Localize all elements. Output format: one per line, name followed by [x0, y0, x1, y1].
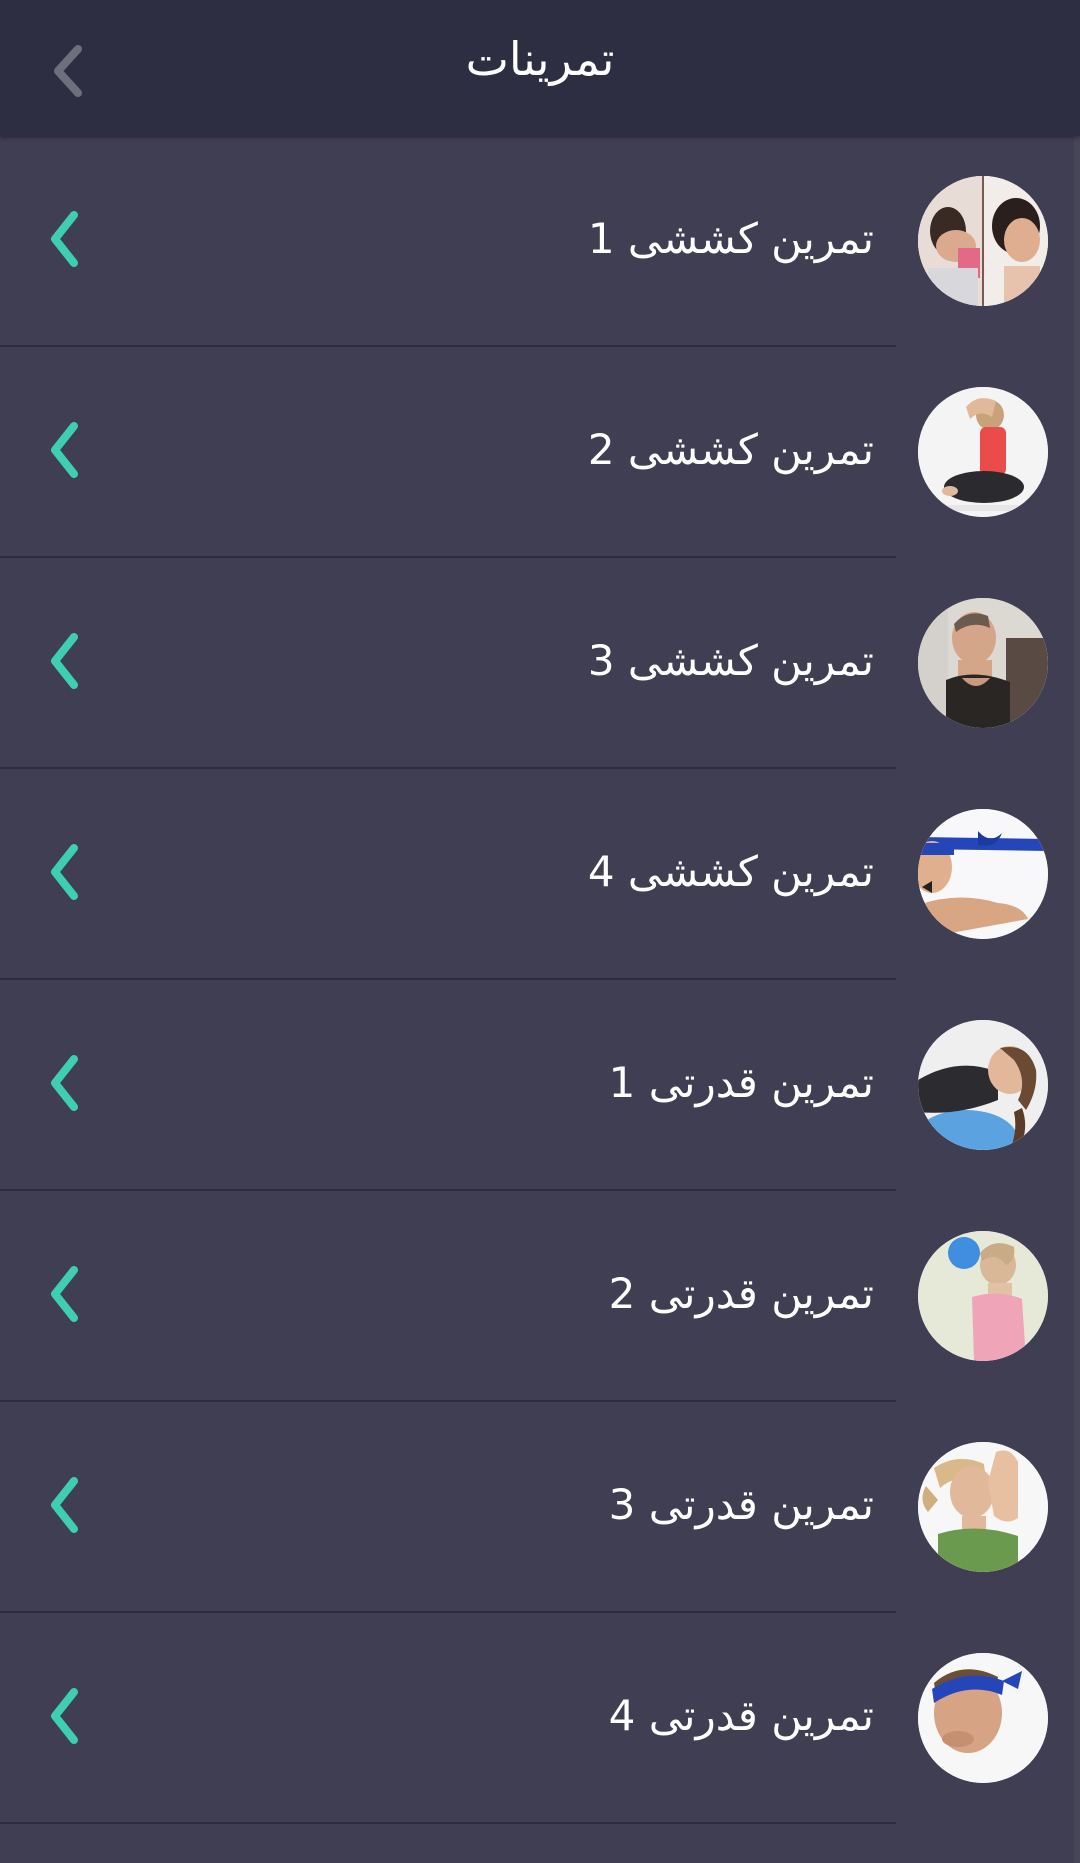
list-item-label: تمرین کششی 3 — [587, 636, 874, 685]
seated-woman-thumbnail — [918, 387, 1048, 517]
list-item[interactable]: تمرین قدرتی 3 — [0, 1402, 1080, 1613]
list-item-label: تمرین کششی 4 — [587, 847, 874, 896]
list-item[interactable]: تمرین قدرتی 1 — [0, 980, 1080, 1191]
chevron-left-icon — [44, 626, 84, 696]
chevron-left-icon — [44, 415, 84, 485]
neck-stretch-thumbnail — [918, 176, 1048, 306]
list-item-label: تمرین قدرتی 2 — [608, 1269, 874, 1318]
chevron-left-icon — [44, 1681, 84, 1751]
chevron-left-icon — [44, 1259, 84, 1329]
list-item-label: تمرین قدرتی 4 — [608, 1691, 874, 1740]
list-item-label: تمرین قدرتی 3 — [608, 1480, 874, 1529]
chevron-left-icon — [44, 204, 84, 274]
row-divider — [0, 1822, 896, 1824]
page-title: تمرینات — [465, 32, 615, 86]
hand-press-thumbnail — [918, 1442, 1048, 1572]
chevron-left-icon — [44, 837, 84, 907]
list-item[interactable]: تمرین کششی 1 — [0, 136, 1080, 347]
list-item[interactable]: تمرین قدرتی 2 — [0, 1191, 1080, 1402]
app-header: تمرینات — [0, 0, 1080, 136]
scrollbar[interactable] — [1074, 136, 1080, 1863]
wall-ball-thumbnail — [918, 1231, 1048, 1361]
list-item-label: تمرین قدرتی 1 — [608, 1058, 874, 1107]
list-item[interactable]: تمرین کششی 2 — [0, 347, 1080, 558]
resistance-band-thumbnail — [918, 809, 1048, 939]
list-item-label: تمرین کششی 2 — [587, 425, 874, 474]
list-item[interactable]: تمرین قدرتی 4 — [0, 1613, 1080, 1824]
list-item[interactable]: تمرین کششی 4 — [0, 769, 1080, 980]
chevron-left-icon — [44, 1048, 84, 1118]
exercise-list: تمرین کششی 1 تمرین کششی 2 تمرین کششی 3 ت… — [0, 136, 1080, 1824]
man-wall-thumbnail — [918, 598, 1048, 728]
ball-neck-thumbnail — [918, 1020, 1048, 1150]
headband-man-thumbnail — [918, 1653, 1048, 1783]
list-item[interactable]: تمرین کششی 3 — [0, 558, 1080, 769]
list-item-label: تمرین کششی 1 — [587, 214, 874, 263]
chevron-left-icon — [44, 1470, 84, 1540]
